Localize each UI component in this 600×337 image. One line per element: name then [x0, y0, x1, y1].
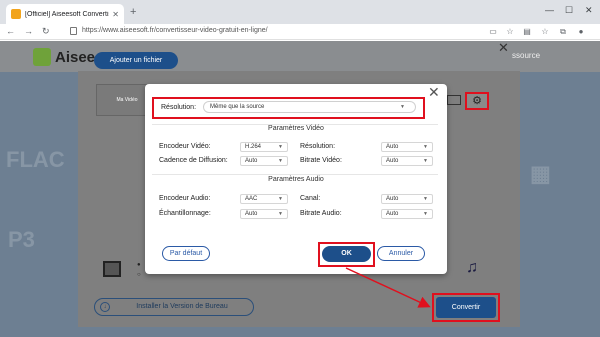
- chevron-down-icon: ▼: [278, 158, 283, 164]
- chevron-down-icon: ▼: [278, 196, 283, 202]
- star-icon[interactable]: ☆: [505, 27, 515, 36]
- video-encoder-label: Encodeur Vidéo:: [159, 143, 211, 150]
- forward-icon[interactable]: →: [24, 26, 33, 36]
- chevron-down-icon: ▼: [278, 144, 283, 150]
- edit-icon[interactable]: [447, 95, 461, 105]
- frame-rate-select[interactable]: Auto ▼: [240, 156, 288, 166]
- channel-select[interactable]: Auto ▼: [381, 194, 433, 204]
- reload-icon[interactable]: ↻: [42, 26, 50, 37]
- address-bar: ← → ↻ https://www.aiseesoft.fr/convertis…: [0, 24, 600, 40]
- audio-section-title: Paramètres Audio: [268, 176, 324, 183]
- audio-encoder-value: AAC: [245, 196, 258, 202]
- audio-bitrate-label: Bitrate Audio:: [300, 210, 342, 217]
- video-resolution-select[interactable]: Auto ▼: [381, 142, 433, 152]
- browser-tab-bar: [Officiel] Aiseesoft Convertisseu... ✕ +…: [0, 0, 600, 24]
- resolution-label: Résolution:: [161, 104, 197, 111]
- settings-gear-icon[interactable]: ⚙: [465, 92, 489, 110]
- video-resolution-label: Résolution:: [300, 143, 336, 150]
- audio-bitrate-select[interactable]: Auto ▼: [381, 209, 433, 219]
- window-close-icon[interactable]: ✕: [585, 5, 593, 16]
- video-resolution-value: Auto: [386, 144, 399, 150]
- tab-title: [Officiel] Aiseesoft Convertisseu...: [25, 10, 109, 18]
- reader-icon[interactable]: ▭: [488, 27, 498, 36]
- sample-rate-select[interactable]: Auto ▼: [240, 209, 288, 219]
- video-encoder-select[interactable]: H.264 ▼: [240, 142, 288, 152]
- install-desktop-button[interactable]: ↓ Installer la Version de Bureau: [94, 298, 254, 316]
- chevron-down-icon: ▼: [423, 158, 428, 164]
- convert-button[interactable]: Convertir: [436, 297, 496, 318]
- minimize-icon[interactable]: —: [545, 5, 554, 15]
- frame-rate-label: Cadence de Diffusion:: [159, 157, 228, 164]
- chevron-down-icon: ▼: [423, 211, 428, 217]
- new-tab-icon[interactable]: +: [130, 6, 136, 18]
- aiseesoft-logo-icon: [33, 48, 51, 66]
- profile-icon[interactable]: ●: [576, 27, 586, 36]
- video-format-icon[interactable]: [103, 261, 121, 277]
- flac-art-icon: FLAC: [6, 147, 65, 172]
- sample-rate-label: Échantillonnage:: [159, 210, 211, 217]
- resolution-value: Même que la source: [210, 104, 265, 110]
- frame-rate-value: Auto: [245, 158, 258, 164]
- cancel-button[interactable]: Annuler: [377, 246, 425, 261]
- audio-bitrate-value: Auto: [386, 211, 399, 217]
- channel-label: Canal:: [300, 195, 321, 202]
- audio-encoder-label: Encodeur Audio:: [159, 195, 211, 202]
- format-radio-group[interactable]: ● ○: [137, 260, 141, 280]
- chevron-down-icon: ▼: [400, 104, 405, 110]
- brand-name: Aisee: [55, 49, 96, 66]
- mp3-art-icon: P3: [8, 227, 35, 252]
- chevron-down-icon: ▼: [278, 211, 283, 217]
- audio-format-icon[interactable]: ♫: [466, 259, 478, 277]
- video-section-title: Paramètres Vidéo: [268, 125, 324, 132]
- ok-button[interactable]: OK: [322, 246, 371, 262]
- site-header: Aisee ssource ✕: [0, 41, 600, 72]
- converter-close-icon[interactable]: ✕: [498, 41, 509, 56]
- video-bitrate-value: Auto: [386, 158, 399, 164]
- video-bitrate-select[interactable]: Auto ▼: [381, 156, 433, 166]
- resolution-select[interactable]: Même que la source ▼: [203, 101, 416, 113]
- nav-ressource[interactable]: ssource: [512, 51, 540, 60]
- download-icon: ↓: [100, 302, 110, 312]
- url-field[interactable]: https://www.aiseesoft.fr/convertisseur-v…: [82, 27, 268, 34]
- extensions-icon[interactable]: ⧉: [558, 27, 568, 36]
- maximize-icon[interactable]: ☐: [565, 5, 573, 16]
- browser-tab[interactable]: [Officiel] Aiseesoft Convertisseu... ✕: [6, 4, 124, 24]
- chevron-down-icon: ▼: [423, 196, 428, 202]
- channel-value: Auto: [386, 196, 399, 202]
- site-favicon-icon: [11, 9, 21, 19]
- film-art-icon: ▦: [530, 161, 551, 186]
- tab-close-icon[interactable]: ✕: [112, 10, 119, 19]
- audio-encoder-select[interactable]: AAC ▼: [240, 194, 288, 204]
- divider: [152, 174, 438, 175]
- dialog-close-icon[interactable]: ✕: [428, 84, 440, 101]
- default-button[interactable]: Par défaut: [162, 246, 210, 261]
- back-icon[interactable]: ←: [6, 26, 15, 36]
- video-encoder-value: H.264: [245, 144, 262, 150]
- chevron-down-icon: ▼: [423, 144, 428, 150]
- favorites-icon[interactable]: ☆: [540, 27, 550, 36]
- collections-icon[interactable]: ▤: [522, 27, 532, 36]
- lock-icon: [70, 27, 77, 35]
- sample-rate-value: Auto: [245, 211, 258, 217]
- install-label: Installer la Version de Bureau: [136, 303, 228, 310]
- video-bitrate-label: Bitrate Vidéo:: [300, 157, 342, 164]
- add-file-button[interactable]: Ajouter un fichier: [94, 52, 178, 69]
